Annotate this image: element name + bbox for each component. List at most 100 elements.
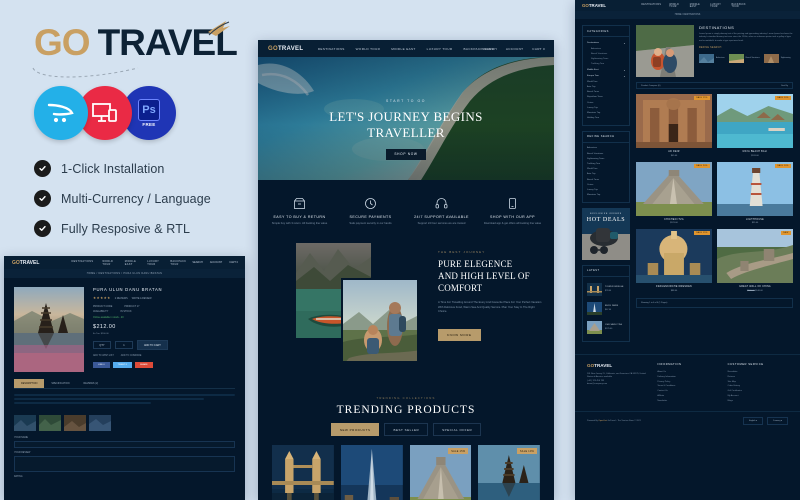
list-item[interactable]: BURJ PARK $67.00 bbox=[587, 299, 625, 318]
search-icon[interactable]: SEARCH bbox=[192, 261, 202, 264]
nav-item-middle-east[interactable]: MIDDLE EAST bbox=[391, 47, 415, 51]
list-item[interactable]: TOWER BRIDGE $78.00 bbox=[587, 280, 625, 299]
nav-item-middle-east[interactable]: MIDDLE EAST bbox=[690, 4, 703, 8]
product-name: FRAUENKIRCHE DRESDEN bbox=[656, 286, 692, 288]
tab-specification[interactable]: SPECIFICATION bbox=[44, 379, 76, 388]
your-name-input[interactable] bbox=[14, 441, 235, 449]
refine-item[interactable]: Mountain Trip bbox=[587, 193, 625, 198]
nav-item-world-tour[interactable]: WORLD TOUR bbox=[669, 4, 682, 8]
refine-item[interactable]: Beach Vacations bbox=[728, 52, 760, 64]
product-links: ADD TO WISH LIST ADD TO COMPARE bbox=[93, 355, 235, 357]
refine-item[interactable]: Sightseeing bbox=[763, 52, 791, 64]
footer-link-newsletter[interactable]: Newsletter bbox=[657, 398, 717, 403]
list-item[interactable]: CHICHEN ITZA $125.00 bbox=[587, 318, 625, 337]
product-logo[interactable]: GOTRAVEL bbox=[12, 260, 39, 266]
hot-deals-banner[interactable]: EXCLUSIVE OFFERS HOT DEALS bbox=[582, 207, 630, 260]
nav-item-luxury-tour[interactable]: LUXURY TOUR bbox=[147, 260, 161, 266]
feature-subtitle: Download app & get offers all booking li… bbox=[483, 222, 542, 225]
write-review-link[interactable]: WRITE A REVIEW bbox=[132, 297, 152, 300]
product-card[interactable]: SALE 20% CHICHEN ITZA $125.00 bbox=[636, 161, 712, 224]
language-select[interactable]: English ▾ bbox=[743, 417, 763, 426]
sidebar-item-holiday-tour[interactable]: Holiday Tour bbox=[587, 116, 625, 121]
add-to-wishlist-link[interactable]: ADD TO WISH LIST bbox=[93, 355, 114, 357]
bali-temple-sunset-photo[interactable] bbox=[14, 287, 84, 372]
footer-email[interactable]: demo@company.com bbox=[587, 383, 647, 387]
footer-link-blogs[interactable]: Blogs bbox=[728, 398, 788, 403]
availability-value: IN STOCK bbox=[120, 310, 132, 313]
thumbnail[interactable] bbox=[14, 415, 36, 432]
tab-description[interactable]: DESCRIPTION bbox=[14, 379, 45, 388]
cart-icon[interactable]: CART 0 bbox=[229, 261, 238, 264]
tab-new-products[interactable]: NEW PRODUCTS bbox=[330, 423, 380, 437]
google-share-button[interactable]: SHARE bbox=[135, 362, 153, 368]
product-name: MAYA BEACH BALI bbox=[742, 151, 768, 153]
currency-select[interactable]: Currency ▾ bbox=[766, 417, 788, 426]
stock-note: Online available in stock - 20 bbox=[93, 316, 124, 319]
elegance-title-line3: COMFORT bbox=[438, 282, 483, 293]
user-icon[interactable]: ACCOUNT bbox=[506, 47, 523, 51]
refine-item[interactable]: Adventure bbox=[699, 52, 725, 64]
product-page-mockup: GOTRAVEL DESTINATIONS WORLD TOUR MIDDLE … bbox=[4, 256, 245, 500]
product-card[interactable]: SALE 10% ULUN DANU BRATAN TEMPLE $70.00$… bbox=[478, 445, 540, 500]
sightseeing-thumb bbox=[763, 52, 779, 64]
opencart-link[interactable]: OpenCart bbox=[598, 420, 607, 422]
your-review-textarea[interactable] bbox=[14, 456, 235, 473]
tab-best-seller[interactable]: BEST SELLER bbox=[384, 423, 429, 437]
thumbnail[interactable] bbox=[39, 415, 61, 432]
footer-bottom-bar: Powered By OpenCart GoTravel - The Touri… bbox=[575, 411, 800, 430]
product-card[interactable]: SALE 10% MAYA BEACH BALI $120.00 bbox=[717, 94, 793, 157]
nav-item-world-tour[interactable]: WORLD TOUR bbox=[102, 260, 115, 266]
product-card[interactable]: NEW GREAT WALL OF CHINA $160.00 $140.00 bbox=[717, 229, 793, 292]
trending-product-grid: TOWER BRIDGE $84.00$78.00 BURJ PARK bbox=[270, 445, 542, 500]
thumbnail[interactable] bbox=[89, 415, 111, 432]
check-circle-icon bbox=[34, 220, 51, 237]
footer-logo[interactable]: GOTRAVEL bbox=[587, 363, 647, 368]
categories-box: CATEGORIES Destinations ▾ Adventure Beach… bbox=[582, 25, 630, 126]
product-card[interactable]: SALE 15% AD DEIR $45.00 bbox=[636, 94, 712, 157]
nav-item-backpack-tour[interactable]: BACKPACK TOUR bbox=[731, 4, 747, 8]
add-to-cart-button[interactable]: ADD TO CART bbox=[137, 340, 168, 350]
bali-temple-photo: SALE 10% bbox=[478, 445, 540, 500]
rating-label: RATING bbox=[14, 476, 23, 479]
sort-by-select[interactable]: Sort By bbox=[781, 85, 788, 87]
destinations-header: DESTINATIONS Lorem Ipsum is simply dummy… bbox=[636, 25, 793, 77]
nav-item-destinations[interactable]: DESTINATIONS bbox=[641, 4, 661, 8]
great-wall-photo: NEW bbox=[717, 229, 793, 283]
know-more-button[interactable]: KNOW MORE bbox=[438, 329, 481, 342]
home-logo[interactable]: GOTRAVEL bbox=[268, 46, 303, 52]
thumbnail[interactable] bbox=[64, 415, 86, 432]
category-main: DESTINATIONS Lorem Ipsum is simply dummy… bbox=[636, 25, 793, 347]
product-card[interactable]: SALE 15% CHICHEN ITZA $125.00 bbox=[409, 445, 472, 500]
twitter-tweet-button[interactable]: TWEET 0 bbox=[112, 362, 133, 368]
cart-icon[interactable]: CART 0 bbox=[532, 47, 545, 51]
product-card[interactable]: SALE 10% LIGHTHOUSE $95.00 bbox=[717, 161, 793, 224]
review-form: YOUR NAME YOUR REVIEW RATING bbox=[4, 431, 245, 486]
nav-item-backpack-tour[interactable]: BACKPACK TOUR bbox=[170, 260, 187, 266]
text-line bbox=[14, 402, 152, 404]
user-icon[interactable]: ACCOUNT bbox=[210, 261, 222, 264]
review-count[interactable]: 2 REVIEWS bbox=[115, 297, 128, 300]
nav-item-world-tour[interactable]: WORLD TOUR bbox=[356, 47, 381, 51]
nav-item-destinations[interactable]: DESTINATIONS bbox=[71, 260, 93, 266]
quantity-stepper[interactable]: 1 bbox=[115, 341, 133, 349]
feature-column: SECURE PAYMENTS Safe payment security in… bbox=[335, 196, 406, 226]
search-icon[interactable]: SEARCH bbox=[482, 47, 497, 51]
add-to-compare-link[interactable]: ADD TO COMPARE bbox=[121, 355, 142, 357]
nav-item-luxury-tour[interactable]: LUXURY TOUR bbox=[427, 47, 453, 51]
tab-reviews[interactable]: REVIEWS (2) bbox=[77, 379, 106, 388]
your-review-label: YOUR REVIEW bbox=[14, 452, 31, 455]
product-compare-link[interactable]: Product Compare (0) bbox=[641, 85, 660, 87]
category-logo[interactable]: GOTRAVEL bbox=[582, 3, 606, 8]
star-rating-icon: ★★★★★ bbox=[93, 296, 111, 300]
tab-special-offer[interactable]: SPECIAL OFFER bbox=[433, 423, 482, 437]
lighthouse-photo: SALE 10% bbox=[717, 161, 793, 216]
product-card[interactable]: BURJ PARK $80.00$67.00 bbox=[340, 445, 403, 500]
hero-shop-now-button[interactable]: SHOP NOW bbox=[386, 148, 426, 160]
product-card[interactable]: TOWER BRIDGE $84.00$78.00 bbox=[272, 445, 334, 500]
nav-item-luxury-tour[interactable]: LUXURY TOUR bbox=[710, 4, 723, 8]
product-card[interactable]: SALE 15% FRAUENKIRCHE DRESDEN $88.00 bbox=[636, 229, 712, 292]
nav-item-middle-east[interactable]: MIDDLE EAST bbox=[125, 260, 138, 266]
nav-item-destinations[interactable]: DESTINATIONS bbox=[318, 47, 345, 51]
facebook-like-button[interactable]: LIKE 0 bbox=[93, 362, 110, 368]
opencart-badge bbox=[34, 86, 88, 140]
